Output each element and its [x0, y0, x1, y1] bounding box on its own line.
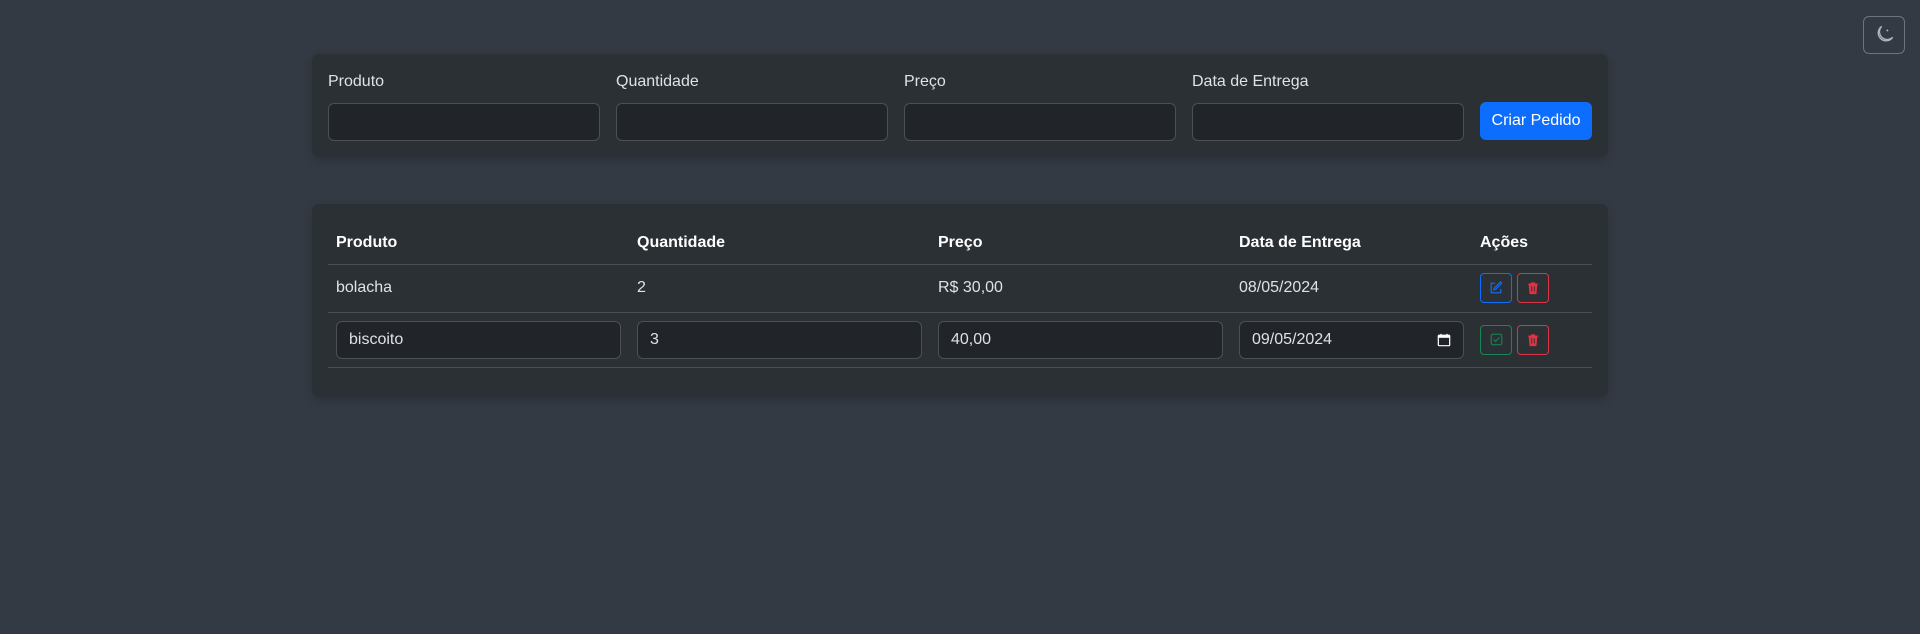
produto-field-group: Produto [328, 72, 600, 141]
cell-preco: R$ 30,00 [930, 264, 1231, 313]
orders-table: Produto Quantidade Preço Data de Entrega… [328, 222, 1592, 368]
calendar-icon[interactable] [1437, 333, 1451, 347]
edit-button[interactable] [1480, 273, 1512, 303]
header-data-entrega: Data de Entrega [1231, 222, 1472, 265]
cell-produto-edit: biscoito [328, 312, 629, 368]
quantidade-input[interactable] [616, 103, 888, 141]
cell-data-entrega-edit: 09/05/2024 [1231, 312, 1472, 368]
header-acoes: Ações [1472, 222, 1592, 265]
quantidade-label: Quantidade [616, 73, 699, 90]
orders-table-card: Produto Quantidade Preço Data de Entrega… [312, 204, 1608, 396]
delete-button[interactable] [1517, 273, 1550, 303]
trash-icon [1528, 282, 1539, 295]
quantidade-edit-value: 3 [650, 330, 659, 348]
header-preco: Preço [930, 222, 1231, 265]
order-form-card: Produto Quantidade Preço Data de Entrega… [312, 54, 1608, 156]
preco-input[interactable] [904, 103, 1176, 141]
table-header-row: Produto Quantidade Preço Data de Entrega… [328, 222, 1592, 265]
preco-label: Preço [904, 73, 946, 90]
cell-data-entrega: 08/05/2024 [1231, 264, 1472, 313]
criar-pedido-button[interactable]: Criar Pedido [1480, 102, 1592, 140]
cell-acoes [1472, 264, 1592, 313]
cell-quantidade-edit: 3 [629, 312, 930, 368]
check-square-icon [1490, 333, 1502, 346]
preco-field-group: Preço [904, 72, 1176, 141]
moon-stars-icon [1877, 26, 1893, 42]
cell-produto: bolacha [328, 264, 629, 313]
data-entrega-label: Data de Entrega [1192, 73, 1309, 90]
table-row: bolacha 2 R$ 30,00 08/05/2024 [328, 264, 1592, 313]
save-button[interactable] [1480, 324, 1512, 355]
quantidade-edit-input[interactable]: 3 [637, 320, 922, 359]
theme-toggle-button[interactable] [1863, 16, 1905, 54]
table-row-editing: biscoito 3 40,00 09/05/2024 [328, 312, 1592, 368]
produto-edit-value: biscoito [349, 330, 404, 348]
pencil-square-icon [1490, 281, 1503, 294]
header-quantidade: Quantidade [629, 222, 930, 265]
data-entrega-edit-value: 09/05/2024 [1252, 330, 1333, 348]
data-entrega-field-group: Data de Entrega [1192, 72, 1464, 141]
preco-edit-value: 40,00 [951, 330, 992, 348]
cell-quantidade: 2 [629, 264, 930, 313]
trash-icon [1528, 333, 1539, 346]
cell-acoes-edit [1472, 312, 1592, 368]
quantidade-field-group: Quantidade [616, 72, 888, 141]
data-entrega-input[interactable] [1192, 103, 1464, 141]
produto-input[interactable] [328, 103, 600, 141]
preco-edit-input[interactable]: 40,00 [938, 320, 1223, 359]
produto-edit-input[interactable]: biscoito [336, 320, 621, 359]
header-produto: Produto [328, 222, 629, 265]
delete-button[interactable] [1517, 324, 1550, 355]
produto-label: Produto [328, 73, 385, 90]
data-entrega-edit-input[interactable]: 09/05/2024 [1239, 320, 1464, 359]
cell-preco-edit: 40,00 [930, 312, 1231, 368]
